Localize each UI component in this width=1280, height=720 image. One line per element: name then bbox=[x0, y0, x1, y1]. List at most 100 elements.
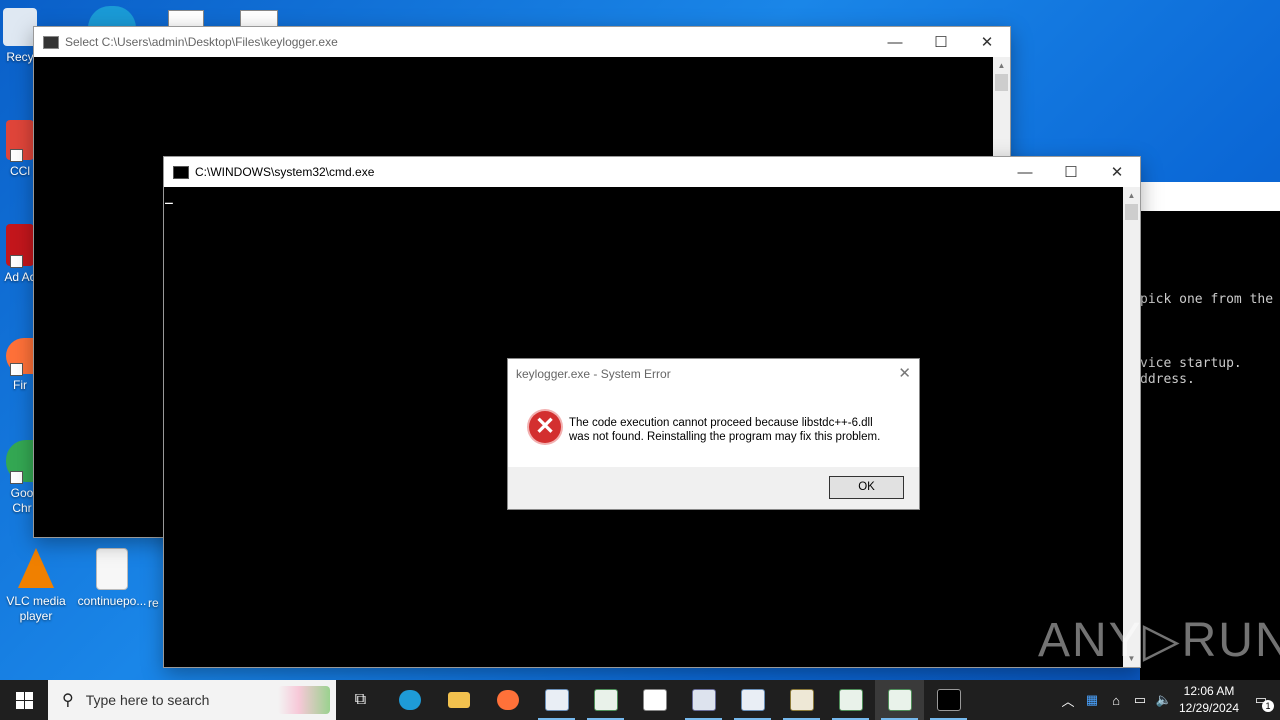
firefox-icon bbox=[6, 338, 34, 376]
vertical-scrollbar[interactable]: ▲ bbox=[993, 57, 1010, 157]
window-title: C:\WINDOWS\system32\cmd.exe bbox=[195, 165, 375, 179]
ccleaner-icon bbox=[6, 120, 34, 162]
volume-icon[interactable]: 🔈 bbox=[1152, 692, 1176, 708]
dialog-message-line: was not found. Reinstalling the program … bbox=[569, 431, 881, 443]
taskbar: ⚲ Type here to search ⧉ ︿ ▦ ⌂ ▭ 🔈 12:06 … bbox=[0, 680, 1280, 720]
search-highlight-icon bbox=[278, 686, 330, 714]
right-console-window[interactable]: pick one from the vice startup. ddress. bbox=[1140, 182, 1280, 680]
cmd-window-titlebar[interactable]: C:\WINDOWS\system32\cmd.exe — ☐ ✕ bbox=[164, 157, 1140, 187]
taskbar-app-7[interactable] bbox=[826, 680, 875, 720]
window-app-icon bbox=[740, 689, 765, 711]
recycle-bin-icon bbox=[3, 8, 37, 46]
ok-button[interactable]: OK bbox=[829, 476, 904, 499]
minimize-button[interactable]: — bbox=[872, 27, 918, 57]
window-app-icon bbox=[887, 689, 912, 711]
taskbar-app-6[interactable] bbox=[777, 680, 826, 720]
taskbar-app-8[interactable] bbox=[875, 680, 924, 720]
image-file-icon bbox=[96, 548, 128, 590]
windows-logo-icon bbox=[15, 691, 33, 709]
maximize-button[interactable]: ☐ bbox=[918, 27, 964, 57]
taskbar-app-firefox[interactable] bbox=[483, 680, 532, 720]
vertical-scrollbar[interactable]: ▲ ▼ bbox=[1123, 187, 1140, 667]
start-button[interactable] bbox=[0, 680, 48, 720]
cmd-icon bbox=[936, 689, 961, 711]
desktop-icon-continuepo[interactable]: continuepo... bbox=[76, 548, 148, 609]
close-icon[interactable]: ✕ bbox=[898, 359, 911, 389]
desktop-icon-label: CCl bbox=[10, 164, 30, 178]
taskbar-app-edge[interactable] bbox=[385, 680, 434, 720]
scrollbar-thumb[interactable] bbox=[995, 74, 1008, 91]
cmd-app-icon bbox=[173, 165, 189, 179]
dialog-title: keylogger.exe - System Error bbox=[516, 367, 671, 381]
shortcut-arrow-icon bbox=[10, 471, 23, 484]
shortcut-arrow-icon bbox=[10, 363, 23, 376]
error-icon: ✕ bbox=[529, 411, 561, 443]
notification-count: 1 bbox=[1262, 700, 1274, 712]
window-title: Select C:\Users\admin\Desktop\Files\keyl… bbox=[65, 35, 338, 49]
desktop-icon-vlc[interactable]: VLC media player bbox=[0, 548, 72, 624]
clock-time: 12:06 AM bbox=[1183, 684, 1235, 698]
search-icon: ⚲ bbox=[62, 692, 74, 709]
right-console-line: ddress. bbox=[1140, 372, 1195, 387]
shortcut-arrow-icon bbox=[10, 255, 23, 268]
dialog-titlebar[interactable]: keylogger.exe - System Error ✕ bbox=[508, 359, 919, 389]
keylogger-window-titlebar[interactable]: Select C:\Users\admin\Desktop\Files\keyl… bbox=[34, 27, 1010, 57]
window-app-icon bbox=[789, 689, 814, 711]
taskbar-app-5[interactable] bbox=[728, 680, 777, 720]
system-tray: ︿ ▦ ⌂ ▭ 🔈 12:06 AM 12/29/2024 ▭ 1 bbox=[1056, 680, 1280, 720]
firefox-icon bbox=[496, 690, 519, 710]
system-error-dialog[interactable]: keylogger.exe - System Error ✕ ✕ The cod… bbox=[508, 359, 919, 509]
taskbar-app-cmd[interactable] bbox=[924, 680, 973, 720]
taskbar-app-1[interactable] bbox=[532, 680, 581, 720]
scrollbar-thumb[interactable] bbox=[1125, 204, 1138, 220]
desktop-icon-label: Recy bbox=[6, 50, 34, 64]
chrome-icon bbox=[6, 440, 34, 484]
right-console-titlebar bbox=[1140, 182, 1280, 211]
network-icon[interactable]: ▭ bbox=[1128, 692, 1152, 708]
scroll-up-arrow-icon[interactable]: ▲ bbox=[1123, 187, 1140, 204]
window-app-icon bbox=[544, 689, 569, 711]
close-button[interactable]: ✕ bbox=[1094, 157, 1140, 187]
clock-date: 12/29/2024 bbox=[1178, 701, 1240, 715]
vlc-icon bbox=[18, 548, 54, 588]
dialog-message-line: The code execution cannot proceed becaus… bbox=[569, 417, 873, 429]
anyrun-watermark: ANY▷RUN bbox=[1038, 614, 1280, 667]
task-view-icon: ⧉ bbox=[354, 691, 367, 708]
taskbar-search-box[interactable]: ⚲ Type here to search bbox=[48, 680, 336, 720]
taskbar-app-4[interactable] bbox=[679, 680, 728, 720]
console-cursor: _ bbox=[165, 190, 173, 205]
minimize-button[interactable]: — bbox=[1002, 157, 1048, 187]
chart-app-icon bbox=[642, 689, 667, 711]
taskbar-app-3[interactable] bbox=[630, 680, 679, 720]
window-app-icon bbox=[593, 689, 618, 711]
desktop-icon-edge-partial[interactable] bbox=[88, 6, 136, 28]
taskbar-app-2[interactable] bbox=[581, 680, 630, 720]
chevron-up-icon[interactable]: ︿ bbox=[1056, 691, 1080, 710]
window-app-icon bbox=[691, 689, 716, 711]
shortcut-arrow-icon bbox=[10, 149, 23, 162]
windows-security-icon[interactable]: ▦ bbox=[1080, 692, 1104, 708]
desktop-icon-label: re bbox=[148, 596, 159, 610]
clock[interactable]: 12:06 AM 12/29/2024 bbox=[1176, 683, 1242, 717]
desktop-icon-label: VLC media player bbox=[6, 594, 66, 623]
taskbar-app-file-explorer[interactable] bbox=[434, 680, 483, 720]
desktop-icon-label: continuepo... bbox=[77, 594, 147, 608]
close-button[interactable]: ✕ bbox=[964, 27, 1010, 57]
right-console-line: vice startup. bbox=[1140, 356, 1242, 371]
folder-icon bbox=[447, 692, 470, 708]
dialog-message: The code execution cannot proceed becaus… bbox=[569, 416, 909, 444]
acrobat-icon bbox=[6, 224, 34, 268]
dialog-footer: OK bbox=[508, 467, 919, 509]
edge-icon bbox=[398, 690, 421, 710]
search-placeholder: Type here to search bbox=[85, 692, 210, 708]
device-icon[interactable]: ⌂ bbox=[1104, 693, 1128, 708]
window-app-icon bbox=[838, 689, 863, 711]
task-view-button[interactable]: ⧉ bbox=[336, 680, 385, 720]
console-app-icon bbox=[43, 35, 59, 49]
notification-center-icon[interactable]: ▭ 1 bbox=[1242, 692, 1280, 712]
desktop-icon-label: Fir bbox=[13, 378, 27, 392]
maximize-button[interactable]: ☐ bbox=[1048, 157, 1094, 187]
right-console-line: pick one from the bbox=[1140, 292, 1274, 307]
scroll-up-arrow-icon[interactable]: ▲ bbox=[993, 57, 1010, 74]
dialog-body: ✕ The code execution cannot proceed beca… bbox=[508, 389, 919, 467]
